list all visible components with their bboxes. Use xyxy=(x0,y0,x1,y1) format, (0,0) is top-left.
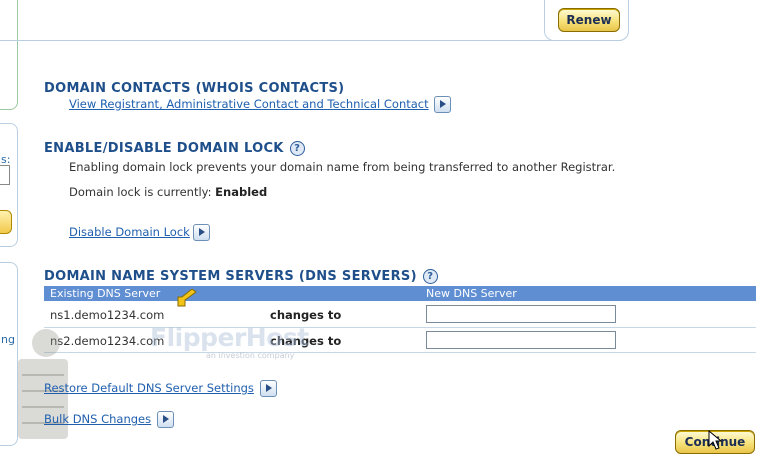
dns-row-2-existing: ns2.demo1234.com xyxy=(50,334,165,348)
restore-default-dns-link[interactable]: Restore Default DNS Server Settings xyxy=(44,381,254,395)
sidebar-input-fragment[interactable] xyxy=(0,165,10,185)
help-icon[interactable]: ? xyxy=(289,141,305,156)
row-divider xyxy=(44,327,756,328)
domain-lock-status-value: Enabled xyxy=(215,185,268,199)
sidebar-button-fragment[interactable] xyxy=(0,210,12,234)
help-icon[interactable]: ? xyxy=(422,269,438,284)
dns-table-header: Existing DNS Server New DNS Server xyxy=(44,286,756,301)
restore-dns-arrow-icon[interactable] xyxy=(260,380,277,397)
domain-lock-title: ENABLE/DISABLE DOMAIN LOCK? xyxy=(44,141,305,156)
mouse-cursor-icon xyxy=(708,430,722,450)
dns-servers-title: DOMAIN NAME SYSTEM SERVERS (DNS SERVERS)… xyxy=(44,269,438,284)
bulk-dns-arrow-icon[interactable] xyxy=(157,411,174,428)
renew-button[interactable]: Renew xyxy=(558,8,620,32)
dns-row-1-changes-label: changes to xyxy=(270,308,342,322)
domain-lock-status-label: Domain lock is currently: xyxy=(69,185,212,199)
domain-contacts-title: DOMAIN CONTACTS (WHOIS CONTACTS) xyxy=(44,81,345,96)
column-new-dns: New DNS Server xyxy=(426,287,517,300)
domain-lock-status: Domain lock is currently: Enabled xyxy=(69,185,267,199)
sidebar-link-fragment[interactable]: ng xyxy=(1,333,15,346)
pointer-arrow-icon xyxy=(177,289,197,307)
dns-row-1-existing: ns1.demo1234.com xyxy=(50,308,165,322)
new-dns-server-2-input[interactable] xyxy=(426,331,616,349)
bulk-dns-changes-link[interactable]: Bulk DNS Changes xyxy=(44,412,151,426)
domain-lock-title-text: ENABLE/DISABLE DOMAIN LOCK xyxy=(44,141,284,156)
column-existing-dns: Existing DNS Server xyxy=(50,287,161,300)
view-contacts-arrow-icon[interactable] xyxy=(434,96,451,113)
disable-lock-arrow-icon[interactable] xyxy=(193,224,210,241)
sidebar-panel-bottom xyxy=(0,262,18,446)
disable-domain-lock-link[interactable]: Disable Domain Lock xyxy=(69,225,190,239)
dns-row-2-changes-label: changes to xyxy=(270,334,342,348)
view-contacts-link[interactable]: View Registrant, Administrative Contact … xyxy=(69,97,429,111)
renewal-panel xyxy=(0,0,629,41)
dns-servers-title-text: DOMAIN NAME SYSTEM SERVERS (DNS SERVERS) xyxy=(44,269,417,284)
new-dns-server-1-input[interactable] xyxy=(426,305,616,323)
domain-lock-description: Enabling domain lock prevents your domai… xyxy=(69,160,616,174)
row-divider xyxy=(44,352,756,353)
